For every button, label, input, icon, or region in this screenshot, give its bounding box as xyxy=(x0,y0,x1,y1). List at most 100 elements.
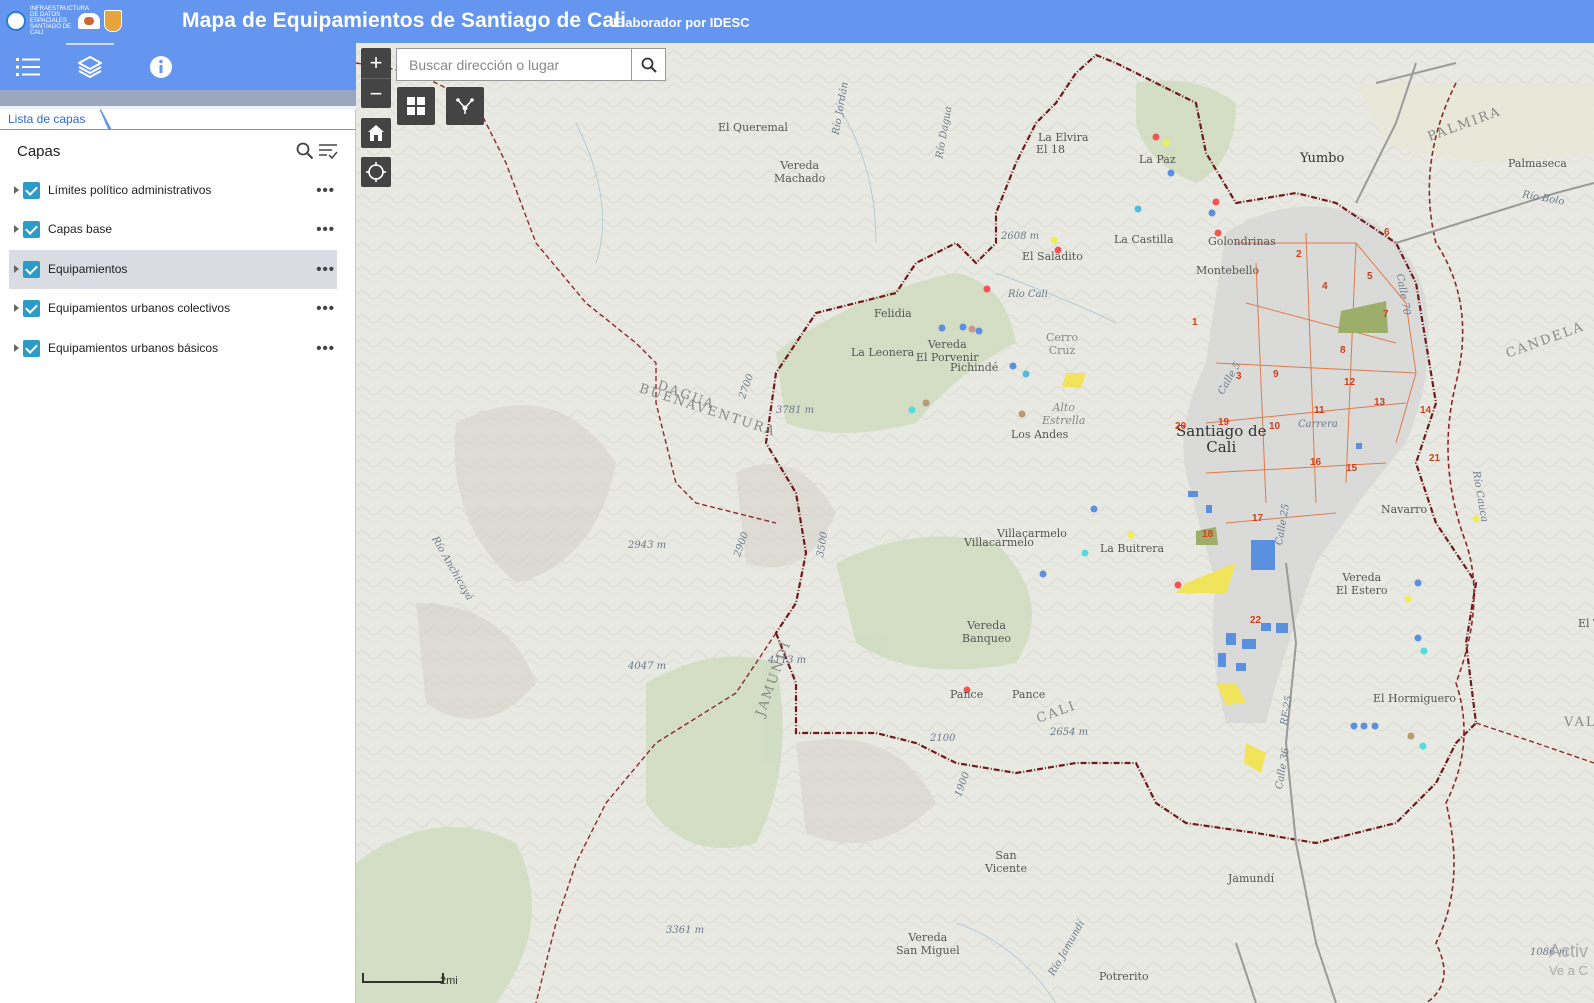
layer-options-icon[interactable]: ••• xyxy=(316,261,335,278)
commune-label: 16 xyxy=(1310,457,1322,468)
layer-checkbox[interactable] xyxy=(23,300,40,317)
activation-watermark: Activ xyxy=(1548,941,1588,961)
app-subtitle: Elaborador por IDESC xyxy=(613,15,750,30)
elevation-label: 3361 m xyxy=(666,925,705,936)
expand-arrow-icon[interactable] xyxy=(14,344,19,352)
place-label: Palmaseca xyxy=(1508,157,1567,170)
place-label: La Leonera xyxy=(851,346,915,359)
layer-options-icon[interactable]: ••• xyxy=(316,340,335,357)
layers-panel: Lista de capas Capas Límites político ad… xyxy=(0,43,356,1003)
elevation-label: 3781 m xyxy=(776,405,815,416)
home-button[interactable] xyxy=(361,118,391,148)
place-label: El Hormiguero xyxy=(1373,692,1456,705)
activation-watermark-sub: Ve a C xyxy=(1548,963,1588,978)
basemap xyxy=(356,43,1594,1003)
place-label: Cerro Cruz xyxy=(1046,331,1079,357)
layer-options-icon[interactable]: ••• xyxy=(316,300,335,317)
layer-item-urbanos-basicos[interactable]: Equipamientos urbanos básicos ••• xyxy=(9,329,337,368)
commune-label: 21 xyxy=(1429,453,1441,464)
search-input[interactable] xyxy=(397,49,633,80)
header-logos: INFRAESTRUCTURA DE DATOS ESPACIALES SANT… xyxy=(6,6,156,36)
locate-button[interactable] xyxy=(361,157,391,187)
search-button[interactable] xyxy=(631,49,665,80)
filter-layers-button[interactable] xyxy=(318,142,338,165)
expand-arrow-icon[interactable] xyxy=(14,186,19,194)
layer-options-icon[interactable]: ••• xyxy=(316,221,335,238)
map-view[interactable]: El Queremal Vereda Machado La Elvira El … xyxy=(356,43,1594,1003)
layer-label: Equipamientos xyxy=(48,262,128,276)
layers-icon xyxy=(78,55,102,78)
search-icon xyxy=(641,57,657,73)
idesc-logo-icon xyxy=(6,11,26,31)
commune-label: 11 xyxy=(1314,405,1325,416)
elevation-label: 2608 m xyxy=(1001,231,1040,242)
commune-label: 1 xyxy=(1192,317,1198,328)
place-label: Vereda San Miguel xyxy=(896,931,960,957)
address-search xyxy=(396,48,666,81)
place-label: Potrerito xyxy=(1099,970,1149,983)
commune-label: 18 xyxy=(1202,529,1214,540)
road-label: Carrera xyxy=(1298,419,1338,430)
layer-item-capas-base[interactable]: Capas base ••• xyxy=(9,210,337,249)
basemap-gallery-button[interactable] xyxy=(397,87,435,125)
commune-label: 7 xyxy=(1383,309,1389,320)
idesc-logo-text: INFRAESTRUCTURA DE DATOS ESPACIALES SANT… xyxy=(30,6,89,36)
layer-item-equipamientos[interactable]: Equipamientos ••• xyxy=(9,250,337,289)
layer-list-button[interactable] xyxy=(62,43,118,90)
expand-arrow-icon[interactable] xyxy=(14,265,19,273)
zoom-out-button[interactable]: − xyxy=(361,78,391,109)
layer-item-urbanos-colectivos[interactable]: Equipamientos urbanos colectivos ••• xyxy=(9,289,337,328)
commune-label: 13 xyxy=(1374,397,1386,408)
layer-options-icon[interactable]: ••• xyxy=(316,182,335,199)
layer-label: Capas base xyxy=(48,222,113,236)
scale-text: 2mi xyxy=(440,975,458,987)
layer-checkbox[interactable] xyxy=(23,221,40,238)
app-header: INFRAESTRUCTURA DE DATOS ESPACIALES SANT… xyxy=(0,0,1594,43)
place-label: El Saladito xyxy=(1022,250,1083,263)
place-label: San Vicente xyxy=(985,849,1027,875)
grid-icon xyxy=(407,97,425,115)
share-button[interactable] xyxy=(446,87,484,125)
commune-label: 22 xyxy=(1250,615,1262,626)
place-label: Vereda El Estero xyxy=(1336,571,1388,597)
toolbar-strip xyxy=(0,90,356,106)
place-label: Yumbo xyxy=(1300,151,1345,166)
zoom-in-button[interactable]: + xyxy=(361,48,391,78)
layer-checkbox[interactable] xyxy=(23,261,40,278)
filter-list-icon xyxy=(319,144,338,160)
commune-label: 2 xyxy=(1296,249,1302,260)
commune-label: 4 xyxy=(1322,281,1328,292)
layer-checkbox[interactable] xyxy=(23,182,40,199)
commune-label: 5 xyxy=(1367,271,1373,282)
place-label: Vereda Banqueo xyxy=(962,619,1011,645)
place-label: Navarro xyxy=(1381,503,1428,516)
expand-arrow-icon[interactable] xyxy=(14,304,19,312)
place-label: Felidia xyxy=(874,307,912,320)
cali-heart-logo-icon xyxy=(78,13,100,29)
area-label: VALL xyxy=(1564,715,1594,730)
commune-label: 14 xyxy=(1420,405,1432,416)
zoom-controls: + − xyxy=(361,48,391,108)
search-layers-button[interactable] xyxy=(296,142,314,165)
elevation-label: 2943 m xyxy=(628,540,667,551)
legend-list-button[interactable] xyxy=(0,43,56,90)
tab-layer-list[interactable]: Lista de capas xyxy=(0,109,100,129)
place-label: Vereda Machado xyxy=(774,159,826,185)
commune-label: 19 xyxy=(1218,417,1230,428)
layer-checkbox[interactable] xyxy=(23,340,40,357)
place-label: La Buitrera xyxy=(1100,542,1165,555)
river-label: Río Cali xyxy=(1008,289,1048,300)
info-icon xyxy=(150,55,172,78)
place-label: Pance xyxy=(1012,688,1046,701)
place-label: Villacarmelo xyxy=(964,536,1034,549)
place-label: Jamundí xyxy=(1228,872,1275,885)
about-button[interactable] xyxy=(133,43,189,90)
commune-label: 12 xyxy=(1344,377,1356,388)
place-label: Golondrinas xyxy=(1208,235,1276,248)
commune-label: 6 xyxy=(1384,227,1390,238)
search-icon xyxy=(296,142,314,160)
layer-item-limites[interactable]: Límites político administrativos ••• xyxy=(9,171,337,210)
expand-arrow-icon[interactable] xyxy=(14,225,19,233)
commune-label: 8 xyxy=(1340,345,1346,356)
place-label: La Castilla xyxy=(1114,233,1174,246)
